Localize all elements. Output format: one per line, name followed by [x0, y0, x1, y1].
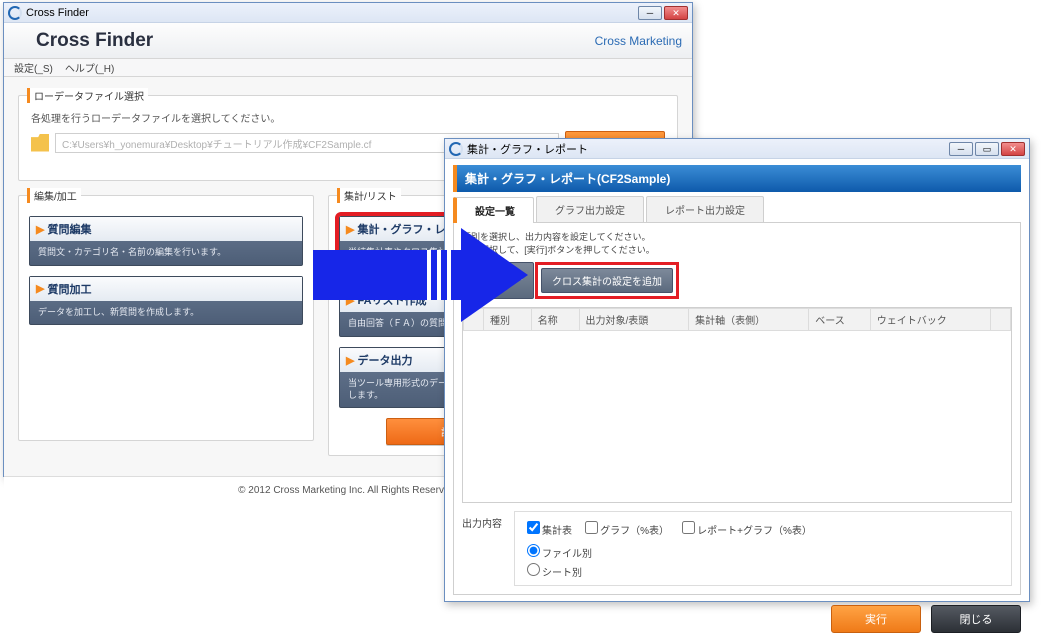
col-type[interactable]: 種別 [484, 309, 532, 331]
tab-settings-list[interactable]: 設定一覧 [453, 197, 534, 223]
chk-graph[interactable]: グラフ（%表） [583, 526, 669, 537]
window-title: Cross Finder [26, 7, 89, 19]
tab-row: 設定一覧 グラフ出力設定 レポート出力設定 [453, 196, 1021, 223]
close-button[interactable]: ✕ [664, 6, 688, 20]
col-axis[interactable]: 集計軸（表側） [689, 309, 809, 331]
col-weight[interactable]: ウェイトバック [870, 309, 990, 331]
titlebar: Cross Finder ─ ✕ [4, 3, 692, 23]
edit-panel: 編集/加工 ▶質問編集 質問文・カテゴリ名・名前の編集を行います。 ▶質問加工 … [18, 195, 314, 441]
brand-icon [14, 32, 32, 50]
edit-panel-label: 編集/加工 [27, 188, 81, 203]
card-question-process[interactable]: ▶質問加工 データを加工し、新質問を作成します。 [29, 276, 303, 326]
company-icon [580, 35, 592, 47]
highlight-cross-button: クロス集計の設定を追加 [535, 262, 679, 299]
tab-graph-output[interactable]: グラフ出力設定 [536, 196, 644, 222]
file-panel-label: ローデータファイル選択 [27, 88, 148, 103]
col-name[interactable]: 名称 [531, 309, 579, 331]
menubar: 設定(_S) ヘルプ(_H) [4, 59, 692, 77]
col-base[interactable]: ベース [809, 309, 871, 331]
settings-grid[interactable]: 種別 名称 出力対象/表頭 集計軸（表側） ベース ウェイトバック [462, 307, 1012, 503]
minimize-button[interactable]: ─ [949, 142, 973, 156]
instruction-text: 種別を選択し、出力内容を設定してください。 行を選択して、[実行]ボタンを押して… [462, 231, 1012, 256]
minimize-button[interactable]: ─ [638, 6, 662, 20]
col-target[interactable]: 出力対象/表頭 [579, 309, 689, 331]
maximize-button[interactable]: ▭ [975, 142, 999, 156]
output-options: 出力内容 集計表 グラフ（%表） レポート+グラフ（%表） ファイル別 シート別 [462, 511, 1012, 586]
folder-icon [31, 134, 49, 152]
section-heading: 集計・グラフ・レポート(CF2Sample) [453, 165, 1021, 192]
file-hint: 各処理を行うローデータファイルを選択してください。 [31, 110, 665, 125]
aggregate-panel-label: 集計/リスト [337, 188, 401, 203]
tab-report-output[interactable]: レポート出力設定 [646, 196, 764, 222]
app-icon [8, 6, 22, 20]
add-cross-setting-button[interactable]: クロス集計の設定を追加 [541, 268, 673, 293]
report-titlebar: 集計・グラフ・レポート ─ ▭ ✕ [445, 139, 1029, 159]
brand-company: Cross Marketing [580, 34, 682, 48]
menu-help[interactable]: ヘルプ(_H) [65, 60, 114, 75]
menu-settings[interactable]: 設定(_S) [14, 60, 53, 75]
output-label: 出力内容 [462, 511, 502, 530]
chk-report-graph[interactable]: レポート+グラフ（%表） [680, 526, 812, 537]
execute-button[interactable]: 実行 [831, 605, 921, 633]
add-simple-setting-button[interactable]: 設定を追加 [462, 262, 534, 299]
tab-content: 種別を選択し、出力内容を設定してください。 行を選択して、[実行]ボタンを押して… [453, 223, 1021, 595]
card-question-edit[interactable]: ▶質問編集 質問文・カテゴリ名・名前の編集を行います。 [29, 216, 303, 266]
app-header: Cross Finder Cross Marketing [4, 23, 692, 59]
radio-file[interactable]: ファイル別 [525, 549, 592, 560]
report-window: 集計・グラフ・レポート ─ ▭ ✕ 集計・グラフ・レポート(CF2Sample)… [444, 138, 1030, 602]
report-window-title: 集計・グラフ・レポート [467, 141, 588, 157]
close-dialog-button[interactable]: 閉じる [931, 605, 1021, 633]
chk-summary[interactable]: 集計表 [525, 526, 572, 537]
close-button[interactable]: ✕ [1001, 142, 1025, 156]
radio-sheet[interactable]: シート別 [525, 568, 582, 579]
app-icon [449, 142, 463, 156]
brand-logo: Cross Finder [14, 30, 153, 52]
